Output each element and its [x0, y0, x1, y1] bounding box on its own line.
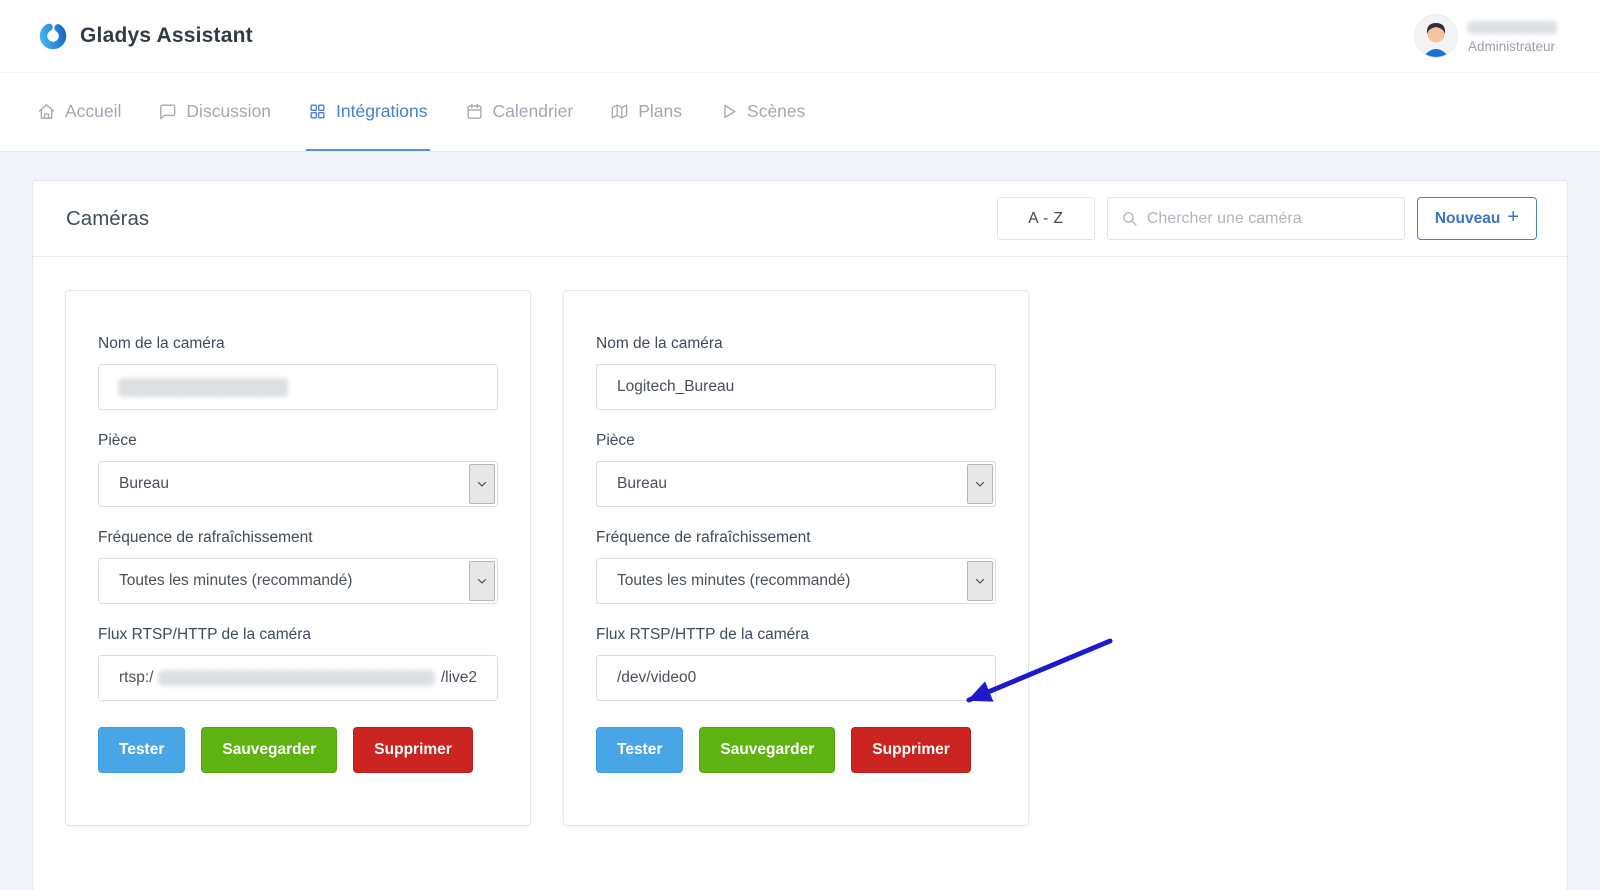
- delete-button[interactable]: Supprimer: [353, 727, 473, 773]
- nav-label: Scènes: [747, 100, 806, 121]
- frequency-label: Fréquence de rafraîchissement: [596, 529, 811, 546]
- camera-name-input[interactable]: [596, 364, 996, 410]
- page: Gladys Assistant Administrateur Accueil …: [0, 0, 1600, 890]
- panel-actions: A - Z Nouveau +: [996, 197, 1537, 240]
- brand: Gladys Assistant: [38, 21, 253, 51]
- nav-label: Calendrier: [492, 100, 574, 121]
- frequency-label: Fréquence de rafraîchissement: [98, 529, 313, 546]
- test-button[interactable]: Tester: [98, 727, 186, 773]
- redacted-stream-url: [159, 670, 435, 686]
- room-label: Pièce: [596, 432, 635, 449]
- delete-button[interactable]: Supprimer: [851, 727, 971, 773]
- avatar[interactable]: [1414, 14, 1458, 58]
- stream-url-input[interactable]: rtsp:/ /live2: [98, 655, 498, 701]
- main-nav: Accueil Discussion Intégrations Calendri…: [0, 73, 1600, 152]
- frequency-select[interactable]: Toutes les minutes (recommandé): [596, 558, 996, 604]
- save-button[interactable]: Sauvegarder: [201, 727, 338, 773]
- frequency-select[interactable]: Toutes les minutes (recommandé): [98, 558, 498, 604]
- stream-url-input[interactable]: [596, 655, 996, 701]
- nav-tab-plans[interactable]: Plans: [608, 73, 684, 151]
- redacted-user-name: [1468, 20, 1558, 34]
- nav-tab-integrations[interactable]: Intégrations: [306, 73, 430, 151]
- stream-url-suffix: /live2: [440, 669, 477, 686]
- camera-name-label: Nom de la caméra: [596, 335, 723, 352]
- main-content: Caméras A - Z Nouveau +: [0, 152, 1600, 890]
- new-camera-button[interactable]: Nouveau +: [1416, 197, 1537, 240]
- frequency-select-value: Toutes les minutes (recommandé): [119, 572, 353, 589]
- chevron-down-icon: [469, 561, 495, 601]
- stream-url-prefix: rtsp:/: [119, 669, 154, 686]
- test-button[interactable]: Tester: [596, 727, 684, 773]
- nav-label: Intégrations: [336, 100, 428, 121]
- chevron-down-icon: [469, 464, 495, 504]
- camera-search-box: [1106, 197, 1405, 240]
- stream-label: Flux RTSP/HTTP de la caméra: [98, 626, 312, 643]
- camera-name-input[interactable]: [98, 364, 498, 410]
- map-icon: [610, 102, 629, 121]
- plus-icon: +: [1507, 206, 1519, 228]
- camera-card: Nom de la caméra Pièce Bureau Fréquence …: [65, 290, 531, 826]
- nav-label: Plans: [638, 100, 683, 121]
- nav-tab-scenes[interactable]: Scènes: [717, 73, 807, 151]
- search-icon: [1121, 210, 1138, 227]
- stream-label: Flux RTSP/HTTP de la caméra: [596, 626, 810, 643]
- cameras-list: Nom de la caméra Pièce Bureau Fréquence …: [33, 257, 1567, 859]
- room-label: Pièce: [98, 432, 137, 449]
- room-select[interactable]: Bureau: [98, 461, 498, 507]
- user-menu[interactable]: Administrateur: [1414, 14, 1558, 58]
- frequency-select-value: Toutes les minutes (recommandé): [617, 572, 851, 589]
- app-header: Gladys Assistant Administrateur: [0, 0, 1600, 73]
- sort-az-button[interactable]: A - Z: [996, 197, 1095, 240]
- app-title: Gladys Assistant: [80, 24, 253, 47]
- save-button[interactable]: Sauvegarder: [699, 727, 836, 773]
- user-role: Administrateur: [1468, 38, 1556, 54]
- cameras-panel-header: Caméras A - Z Nouveau +: [33, 181, 1567, 257]
- panel-title: Caméras: [66, 206, 150, 230]
- calendar-icon: [465, 102, 484, 121]
- new-camera-label: Nouveau: [1434, 209, 1501, 227]
- nav-label: Discussion: [186, 100, 272, 121]
- redacted-camera-name: [119, 377, 289, 397]
- nav-tab-accueil[interactable]: Accueil: [35, 73, 123, 151]
- chevron-down-icon: [967, 464, 993, 504]
- search-input[interactable]: [1146, 209, 1391, 228]
- grid-icon: [308, 102, 327, 121]
- cameras-panel: Caméras A - Z Nouveau +: [32, 180, 1568, 890]
- nav-label: Accueil: [65, 100, 122, 121]
- nav-tab-calendrier[interactable]: Calendrier: [463, 73, 576, 151]
- chevron-down-icon: [967, 561, 993, 601]
- play-icon: [719, 102, 738, 121]
- message-icon: [158, 102, 177, 121]
- user-meta: Administrateur: [1468, 19, 1558, 54]
- camera-card: Nom de la caméra Pièce Bureau Fr: [563, 290, 1029, 826]
- home-icon: [37, 102, 56, 121]
- nav-tab-discussion[interactable]: Discussion: [156, 73, 273, 151]
- room-select-value: Bureau: [617, 475, 667, 492]
- room-select[interactable]: Bureau: [596, 461, 996, 507]
- room-select-value: Bureau: [119, 475, 169, 492]
- gladys-logo-icon: [38, 21, 68, 51]
- camera-name-label: Nom de la caméra: [98, 335, 225, 352]
